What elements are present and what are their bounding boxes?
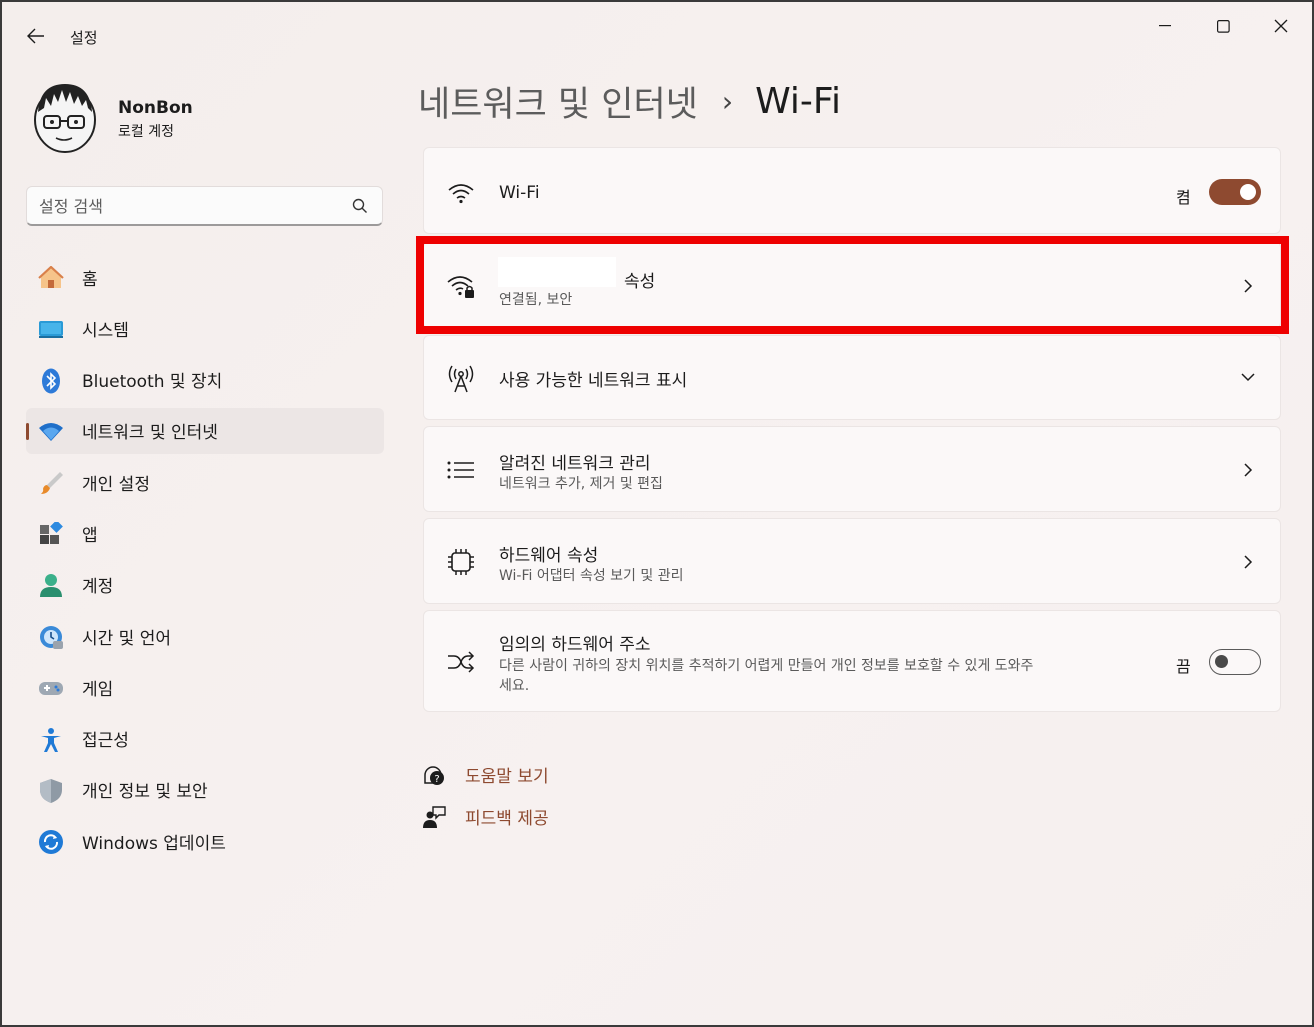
hardware-properties-subtitle: Wi-Fi 어댑터 속성 보기 및 관리	[499, 568, 684, 584]
maximize-button[interactable]	[1196, 10, 1250, 42]
search-icon	[352, 198, 367, 213]
random-address-description-cont: 세요.	[499, 678, 530, 694]
privacy-shield-icon	[38, 778, 64, 804]
personalization-brush-icon	[38, 470, 64, 496]
title-bar: 설정	[2, 2, 1312, 64]
apps-icon	[38, 521, 64, 547]
home-icon	[38, 265, 64, 291]
sidebar-item-label: 앱	[82, 525, 98, 546]
network-properties-label: 속성	[624, 272, 656, 292]
get-help-link[interactable]: ? 도움말 보기	[422, 762, 549, 787]
app-title: 설정	[70, 29, 98, 47]
feedback-icon	[422, 805, 446, 829]
svg-text:?: ?	[434, 774, 439, 785]
help-icon: ?	[422, 763, 446, 787]
page-title: Wi-Fi	[755, 80, 841, 122]
sidebar-item-gaming[interactable]: 게임	[26, 664, 384, 710]
connection-status: 연결됨, 보안	[499, 292, 573, 308]
sidebar-item-label: 홈	[82, 269, 98, 290]
back-button[interactable]	[20, 20, 52, 52]
sidebar-item-label: 게임	[82, 679, 114, 700]
chevron-right-icon	[1240, 554, 1256, 570]
sidebar-item-label: 개인 설정	[82, 474, 150, 495]
give-feedback-link[interactable]: 피드백 제공	[422, 804, 549, 829]
sidebar-item-label: 접근성	[82, 731, 129, 752]
breadcrumb-separator: ›	[721, 84, 734, 118]
user-name: NonBon	[118, 98, 193, 118]
maximize-icon	[1216, 19, 1230, 33]
sidebar-item-label: Windows 업데이트	[82, 833, 226, 854]
time-language-icon	[38, 624, 64, 650]
minimize-button[interactable]	[1138, 10, 1192, 42]
accessibility-icon	[38, 727, 64, 753]
sidebar-item-bluetooth[interactable]: Bluetooth 및 장치	[26, 357, 384, 403]
available-networks-card[interactable]: 사용 가능한 네트워크 표시	[423, 335, 1281, 420]
back-arrow-icon	[27, 28, 44, 44]
hardware-properties-card[interactable]: 하드웨어 속성 Wi-Fi 어댑터 속성 보기 및 관리	[423, 518, 1281, 604]
network-icon	[38, 419, 64, 445]
bluetooth-icon	[38, 368, 64, 394]
minimize-icon	[1159, 25, 1171, 27]
sidebar-item-personalization[interactable]: 개인 설정	[26, 459, 384, 505]
available-networks-label: 사용 가능한 네트워크 표시	[499, 371, 688, 391]
sidebar-item-home[interactable]: 홈	[26, 254, 384, 300]
sidebar-item-accounts[interactable]: 계정	[26, 562, 384, 608]
avatar[interactable]	[30, 78, 100, 154]
chip-icon	[446, 547, 476, 577]
breadcrumb: 네트워크 및 인터넷 › Wi-Fi	[418, 76, 841, 126]
system-icon	[38, 316, 64, 342]
random-hardware-address-card: 임의의 하드웨어 주소 다른 사람이 귀하의 장치 위치를 추적하기 어렵게 만…	[423, 610, 1281, 712]
sidebar-item-privacy[interactable]: 개인 정보 및 보안	[26, 767, 384, 813]
random-address-description: 다른 사람이 귀하의 장치 위치를 추적하기 어렵게 만들어 개인 정보를 보호…	[499, 658, 1034, 674]
sidebar-item-apps[interactable]: 앱	[26, 510, 384, 556]
known-networks-title: 알려진 네트워크 관리	[499, 454, 651, 474]
known-networks-card[interactable]: 알려진 네트워크 관리 네트워크 추가, 제거 및 편집	[423, 426, 1281, 512]
sidebar-item-label: 시간 및 언어	[82, 628, 172, 649]
sidebar-item-label: 네트워크 및 인터넷	[82, 423, 218, 444]
known-networks-subtitle: 네트워크 추가, 제거 및 편집	[499, 476, 663, 492]
wifi-toggle[interactable]	[1209, 179, 1261, 205]
gaming-icon	[38, 675, 64, 701]
toggle-knob	[1240, 184, 1256, 200]
search-input[interactable]	[39, 195, 339, 217]
sidebar-item-time-language[interactable]: 시간 및 언어	[26, 613, 384, 659]
wifi-secured-icon	[446, 271, 476, 301]
redacted-network-name	[498, 257, 616, 287]
random-address-title: 임의의 하드웨어 주소	[499, 635, 651, 655]
sidebar-item-label: 시스템	[82, 320, 129, 341]
sidebar-item-windows-update[interactable]: Windows 업데이트	[26, 818, 384, 864]
close-button[interactable]	[1254, 10, 1308, 42]
sidebar-item-label: Bluetooth 및 장치	[82, 372, 223, 393]
random-address-state-label: 끔	[1176, 657, 1191, 676]
account-type: 로컬 계정	[118, 124, 174, 140]
accounts-icon	[38, 573, 64, 599]
sidebar-item-label: 계정	[82, 577, 114, 598]
hardware-properties-title: 하드웨어 속성	[499, 546, 599, 566]
shuffle-icon	[446, 647, 476, 677]
settings-window: 설정 NonBon 로컬 계정 설정 검색 홈 시스템 Bluetooth 및 …	[0, 0, 1314, 1027]
wifi-icon	[446, 178, 476, 208]
toggle-knob	[1215, 655, 1228, 668]
sidebar-item-label: 개인 정보 및 보안	[82, 782, 208, 803]
chevron-right-icon	[1240, 462, 1256, 478]
wifi-toggle-card: Wi-Fi 켬	[423, 147, 1281, 234]
sidebar-item-system[interactable]: 시스템	[26, 305, 384, 351]
close-icon	[1274, 19, 1288, 33]
wifi-title: Wi-Fi	[499, 183, 540, 203]
search-box[interactable]	[26, 186, 383, 226]
chevron-right-icon	[1240, 278, 1256, 294]
sidebar-item-network[interactable]: 네트워크 및 인터넷	[26, 407, 384, 454]
sidebar-item-accessibility[interactable]: 접근성	[26, 716, 384, 762]
list-icon	[446, 455, 476, 485]
random-address-toggle[interactable]	[1209, 649, 1261, 675]
antenna-icon	[446, 364, 476, 394]
get-help-label: 도움말 보기	[465, 767, 549, 787]
wifi-state-label: 켬	[1176, 188, 1191, 207]
windows-update-icon	[38, 829, 64, 855]
chevron-down-icon	[1240, 369, 1256, 385]
give-feedback-label: 피드백 제공	[465, 809, 549, 829]
breadcrumb-parent[interactable]: 네트워크 및 인터넷	[418, 76, 698, 127]
sidebar-nav: 홈 시스템 Bluetooth 및 장치 네트워크 및 인터넷 개인 설정 앱 …	[26, 254, 384, 870]
